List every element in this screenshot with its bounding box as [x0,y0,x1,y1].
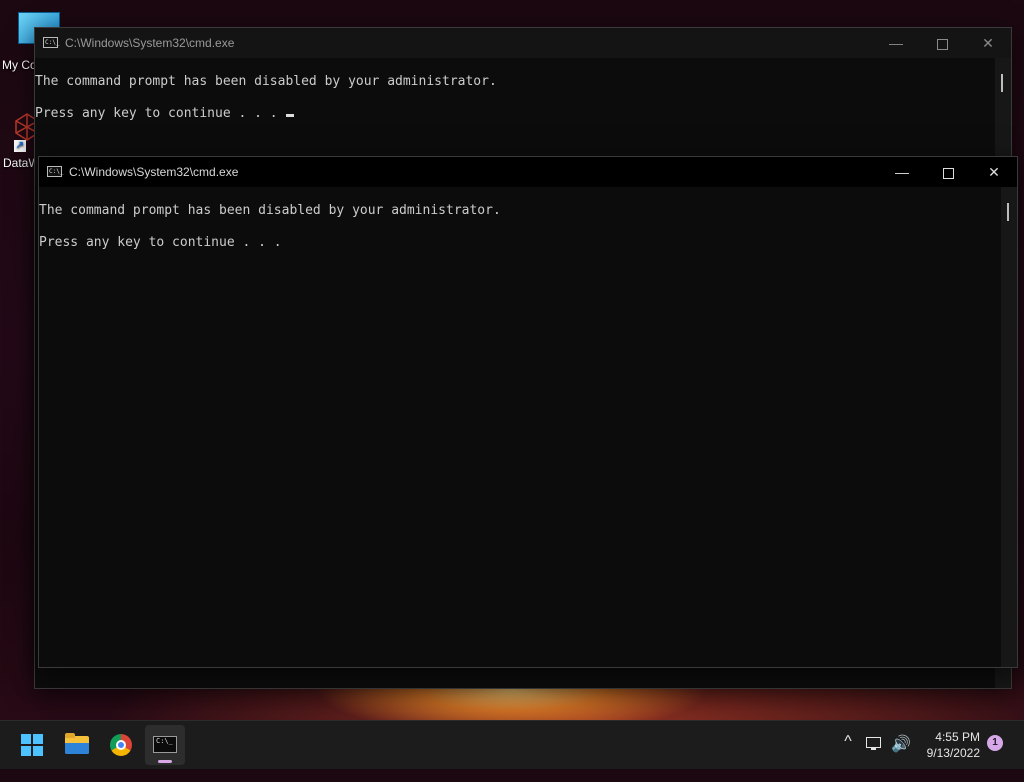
close-button[interactable]: ✕ [965,28,1011,58]
cmd-app-icon: C:\_ [47,166,64,177]
windows-logo-icon [21,734,43,756]
text-cursor [285,114,294,117]
taskbar-command-prompt[interactable]: C:\_ [145,725,185,765]
active-indicator [158,760,172,763]
minimize-button[interactable]: — [879,157,925,187]
console-line: The command prompt has been disabled by … [39,203,501,218]
taskbar: C:\_ ^ 🔊 4:55 PM 9/13/2022 [0,720,1024,769]
shortcut-arrow-icon: ↗ [14,140,26,152]
maximize-button[interactable] [925,157,971,187]
maximize-button[interactable] [919,28,965,58]
window-title: C:\Windows\System32\cmd.exe [65,36,235,50]
console-output[interactable]: The command prompt has been disabled by … [39,187,1001,667]
start-button[interactable] [12,725,52,765]
terminal-icon: C:\_ [153,736,177,753]
maximize-icon [942,167,954,179]
clock-time: 4:55 PM [935,730,980,744]
maximize-icon [936,38,948,50]
volume-icon[interactable]: 🔊 [890,734,912,782]
scrollbar-thumb[interactable] [1001,74,1003,92]
console-line: Press any key to continue . . . [35,106,278,121]
minimize-button[interactable]: — [873,28,919,58]
scrollbar-thumb[interactable] [1007,203,1009,221]
show-hidden-icons-button[interactable]: ^ [838,733,858,781]
chrome-icon [110,734,132,756]
title-bar[interactable]: C:\_ C:\Windows\System32\cmd.exe — ✕ [39,157,1017,187]
window-title: C:\Windows\System32\cmd.exe [69,165,239,179]
cmd-app-icon: C:\_ [43,37,60,48]
title-bar[interactable]: C:\_ C:\Windows\System32\cmd.exe — ✕ [35,28,1011,58]
console-line: Press any key to continue . . . [39,235,282,250]
console-line-prompt: Press any key to continue . . . [35,106,294,121]
taskbar-file-explorer[interactable] [57,725,97,765]
taskbar-chrome[interactable] [101,725,141,765]
desktop-icon-label: My Co [2,58,37,72]
scrollbar[interactable] [1001,187,1017,667]
cmd-window-foreground[interactable]: C:\_ C:\Windows\System32\cmd.exe — ✕ The… [38,156,1018,668]
console-line: The command prompt has been disabled by … [35,74,497,89]
clock-date: 9/13/2022 [926,746,980,760]
close-button[interactable]: ✕ [971,157,1017,187]
network-icon[interactable] [866,737,882,751]
clock[interactable]: 4:55 PM 9/13/2022 [918,729,980,777]
notification-badge[interactable]: 1 [987,735,1003,751]
folder-icon [65,733,89,754]
